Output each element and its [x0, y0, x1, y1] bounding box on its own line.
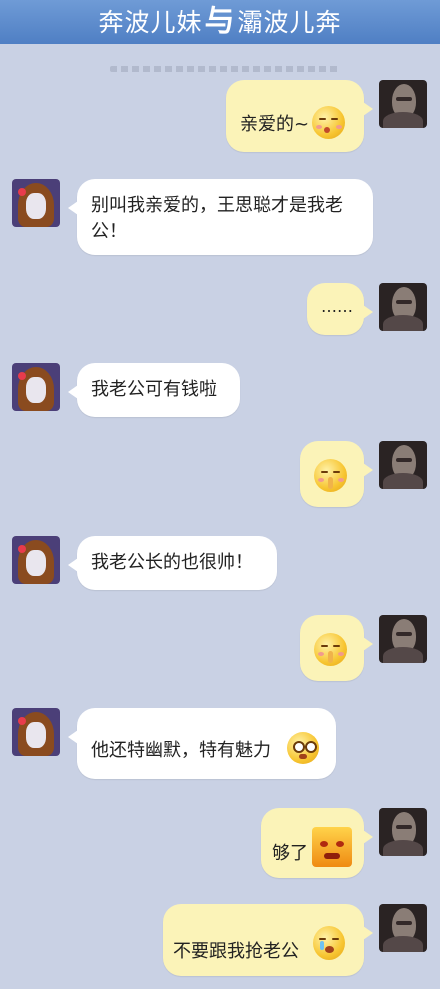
message-text: 我老公长的也很帅！	[91, 552, 253, 573]
avatar-left[interactable]	[12, 179, 60, 227]
message-bubble: 他还特幽默，特有魅力	[68, 708, 336, 779]
message-bubble	[300, 615, 373, 681]
shush-emoji-icon	[314, 633, 347, 666]
message-text: 不要跟我抢老公	[173, 941, 299, 962]
avatar-left[interactable]	[12, 708, 60, 756]
message-text: 够了	[272, 843, 308, 864]
message-bubble: 别叫我亲爱的，王思聪才是我老公！	[68, 179, 373, 255]
avatar-right[interactable]	[379, 904, 427, 952]
message-bubble: 亲爱的~	[226, 80, 373, 152]
message-text: ……	[321, 297, 353, 316]
header-name-left: 奔波儿妹	[98, 8, 203, 37]
header-name-right: 灞波儿奔	[237, 8, 342, 37]
crying-emoji-icon	[313, 926, 345, 960]
message-text: 他还特幽默，特有魅力	[91, 740, 271, 761]
avatar-right[interactable]	[379, 615, 427, 663]
avatar-left[interactable]	[12, 363, 60, 411]
message-bubble: 不要跟我抢老公	[163, 904, 373, 976]
header-separator: 与	[204, 4, 236, 39]
message-bubble: 我老公长的也很帅！	[68, 536, 277, 590]
message-text: 亲爱的~	[240, 114, 310, 135]
shush-emoji-icon	[314, 459, 347, 492]
message-bubble: 我老公可有钱啦	[68, 363, 240, 417]
message-text: 别叫我亲爱的，王思聪才是我老公！	[91, 195, 343, 242]
angry-emoji-icon	[312, 827, 352, 867]
teary-eyed-emoji-icon	[287, 732, 319, 764]
avatar-right[interactable]	[379, 283, 427, 331]
watermark-strip	[110, 66, 340, 72]
avatar-right[interactable]	[379, 80, 427, 128]
avatar-right[interactable]	[379, 441, 427, 489]
message-text: 我老公可有钱啦	[91, 379, 217, 400]
kiss-emoji-icon	[312, 106, 345, 139]
avatar-left[interactable]	[12, 536, 60, 584]
message-bubble: 够了	[261, 808, 373, 878]
message-bubble	[300, 441, 373, 507]
avatar-right[interactable]	[379, 808, 427, 856]
message-bubble: ……	[307, 283, 373, 335]
chat-header: 奔波儿妹与灞波儿奔	[0, 0, 440, 44]
